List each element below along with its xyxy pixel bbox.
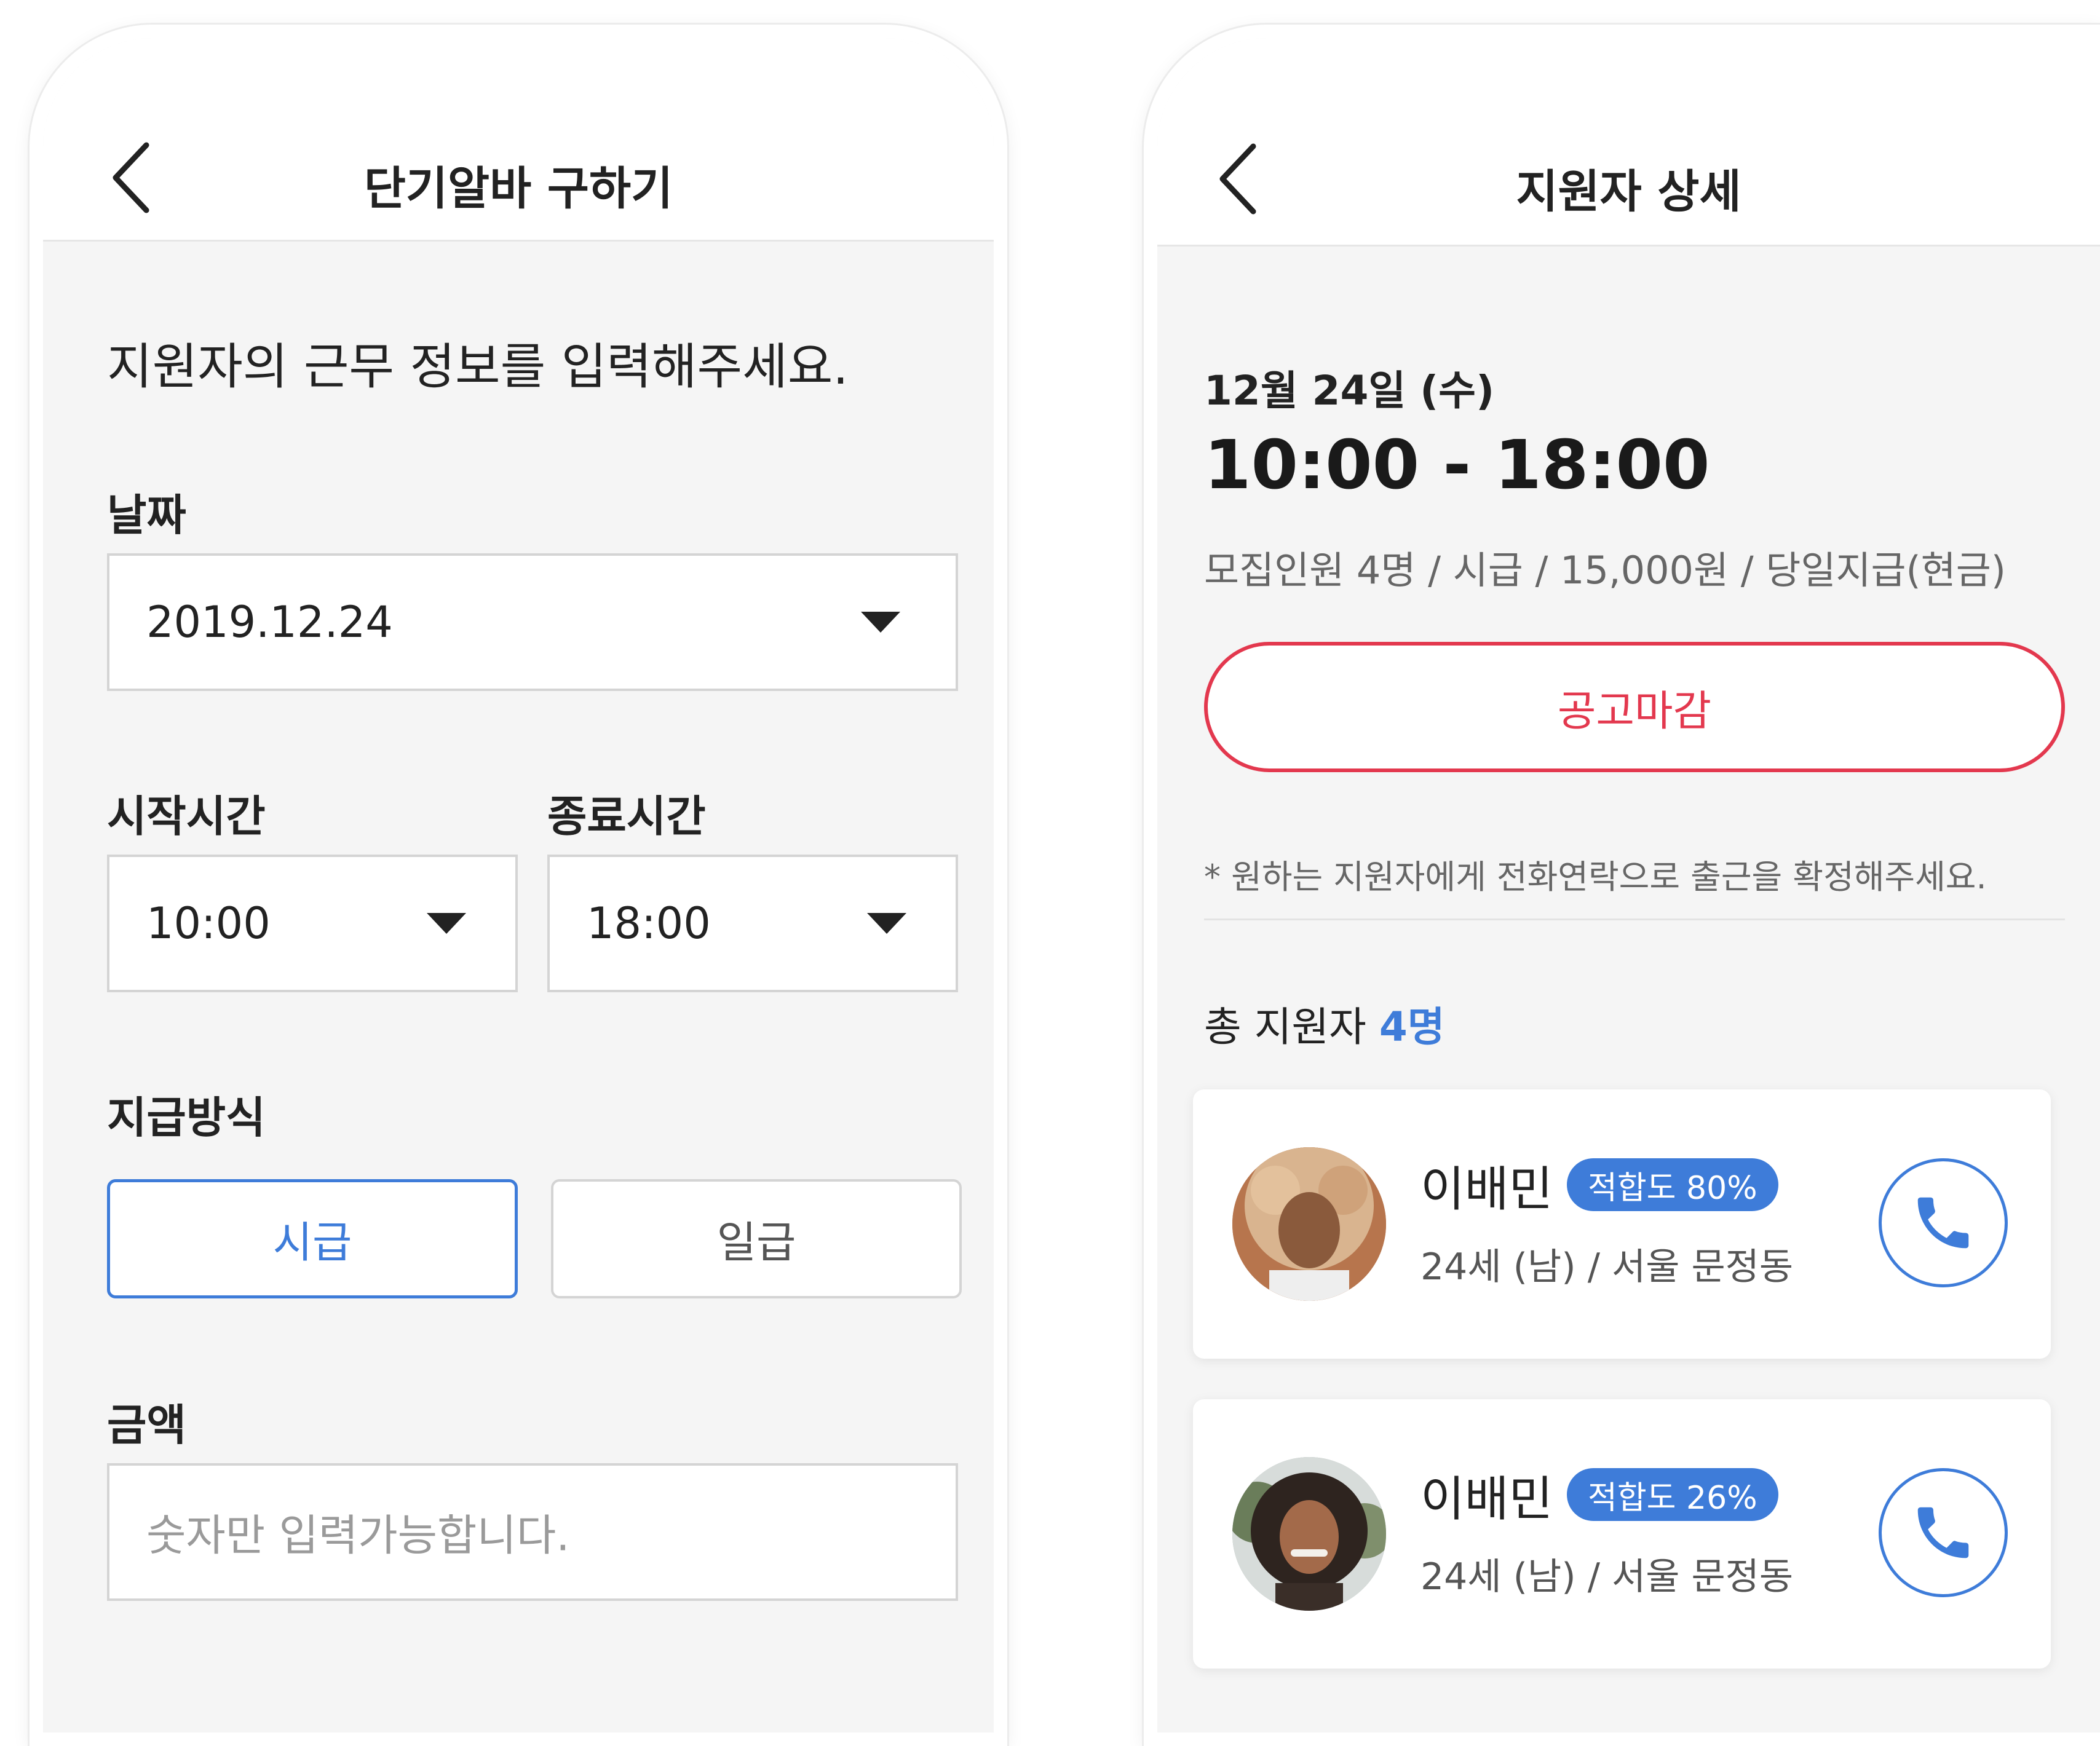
amount-label: 금액 — [107, 1400, 186, 1450]
end-time-label: 종료시간 — [547, 791, 706, 842]
total-applicants: 총 지원자 4명 — [1204, 994, 1445, 1053]
end-time-select[interactable]: 18:00 — [547, 855, 958, 992]
avatar — [1232, 1457, 1386, 1611]
caret-down-icon — [861, 612, 900, 633]
pay-method-label: 지급방식 — [107, 1092, 266, 1143]
caret-down-icon — [867, 913, 906, 934]
divider — [1204, 918, 2065, 920]
applicant-name: 이배민 — [1420, 1472, 1553, 1527]
call-button[interactable] — [1879, 1158, 2008, 1287]
phone-icon — [1917, 1197, 1969, 1249]
phone-icon — [1917, 1507, 1969, 1558]
notice-text: * 원하는 지원자에게 전화연락으로 출근을 확정해주세요. — [1204, 858, 1987, 896]
page-title: 지원자 상세 — [1516, 165, 1741, 218]
applicant-info: 24세 (남) / 서울 문정동 — [1420, 1246, 1794, 1289]
total-label: 총 지원자 — [1204, 1003, 1366, 1051]
job-posting-form-screen: 단기알바 구하기 지원자의 근무 정보를 입력해주세요. 날짜 2019.12.… — [30, 25, 1007, 1746]
close-posting-button[interactable]: 공고마감 — [1204, 642, 2065, 772]
end-time-value: 18:00 — [587, 898, 711, 949]
applicant-name: 이배민 — [1420, 1162, 1553, 1217]
posting-date: 12월 24일 (수) — [1204, 367, 1495, 414]
total-count: 4명 — [1379, 1003, 1445, 1051]
applicant-detail-screen: 지원자 상세 12월 24일 (수) 10:00 - 18:00 모집인원 4명… — [1144, 25, 2100, 1746]
form-lead-text: 지원자의 근무 정보를 입력해주세요. — [107, 338, 849, 395]
start-time-label: 시작시간 — [107, 791, 266, 842]
posting-meta: 모집인원 4명 / 시급 / 15,000원 / 당일지급(현금) — [1204, 548, 2006, 593]
date-value: 2019.12.24 — [146, 597, 393, 647]
start-time-value: 10:00 — [146, 898, 271, 949]
pay-option-hourly[interactable]: 시급 — [107, 1179, 518, 1298]
app-header: 지원자 상세 — [1157, 38, 2100, 247]
date-label: 날짜 — [107, 490, 186, 540]
match-badge: 적합도 80% — [1567, 1158, 1778, 1211]
start-time-select[interactable]: 10:00 — [107, 855, 518, 992]
applicant-info: 24세 (남) / 서울 문정동 — [1420, 1555, 1794, 1598]
posting-time: 10:00 - 18:00 — [1204, 425, 1710, 504]
app-header: 단기알바 구하기 — [43, 38, 994, 242]
avatar — [1232, 1147, 1386, 1301]
call-button[interactable] — [1879, 1468, 2008, 1597]
amount-placeholder: 숫자만 입력가능합니다. — [146, 1510, 570, 1561]
amount-input[interactable]: 숫자만 입력가능합니다. — [107, 1463, 958, 1601]
page-title: 단기알바 구하기 — [363, 162, 673, 215]
applicant-card[interactable]: 이배민 적합도 26% 24세 (남) / 서울 문정동 — [1193, 1399, 2051, 1669]
pay-option-daily[interactable]: 일급 — [551, 1179, 962, 1298]
date-select[interactable]: 2019.12.24 — [107, 553, 958, 691]
applicant-card[interactable]: 이배민 적합도 80% 24세 (남) / 서울 문정동 — [1193, 1089, 2051, 1359]
caret-down-icon — [427, 913, 466, 934]
match-badge: 적합도 26% — [1567, 1468, 1778, 1521]
